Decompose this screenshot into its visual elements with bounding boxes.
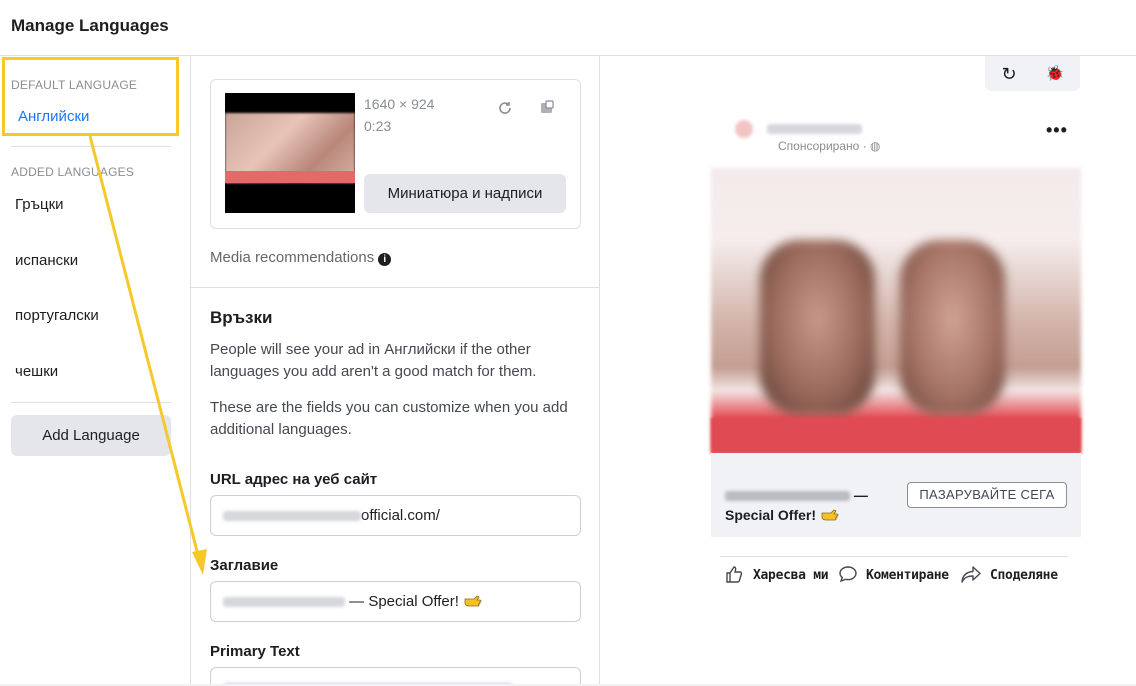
sidebar-item-portuguese[interactable]: португалски (15, 307, 99, 324)
links-description: People will see your ad in Английски if … (210, 341, 537, 380)
sidebar-divider (11, 402, 171, 403)
video-thumbnail[interactable] (225, 93, 355, 213)
headline-field[interactable]: — Special Offer! (210, 581, 581, 622)
media-recommendations-label: Media recommendations (210, 249, 375, 266)
links-fields-note: These are the fields you can customize w… (210, 399, 568, 438)
media-duration: 0:23 (364, 118, 392, 134)
sponsored-label: Спонсорирано · ◍ (778, 139, 881, 153)
ad-headline-offer: Special Offer! (725, 507, 817, 523)
section-divider (191, 287, 599, 288)
bug-icon[interactable]: 🐞 (1043, 62, 1067, 86)
headline-label: Заглавие (210, 557, 279, 574)
edit-media-icon[interactable] (538, 100, 556, 118)
pointing-hand-icon (821, 509, 839, 521)
added-languages-label: ADDED LANGUAGES (11, 165, 135, 179)
preview-divider (720, 556, 1068, 557)
info-icon[interactable]: i (378, 253, 392, 266)
pointing-hand-icon (464, 595, 482, 607)
highlight-annotation-box (2, 57, 179, 136)
media-recommendations[interactable]: Media recommendations i (210, 249, 392, 266)
like-icon[interactable] (724, 564, 744, 589)
ad-media-subject (900, 240, 1005, 415)
more-options-icon[interactable]: ••• (1046, 120, 1068, 141)
ad-media-subject (760, 240, 875, 415)
ad-headline-dash: — (853, 487, 868, 503)
page-name-redacted (735, 120, 865, 138)
like-button[interactable]: Харесва ми (753, 568, 829, 583)
shop-now-button[interactable]: ПАЗАРУВАЙТЕ СЕГА (907, 482, 1067, 508)
thumbnail-captions-button[interactable]: Миниатюра и надписи (364, 174, 566, 213)
url-label: URL адрес на уеб сайт (210, 471, 378, 488)
comment-button[interactable]: Коментиране (866, 568, 949, 583)
ad-headline: — Special Offer! (725, 485, 895, 525)
sidebar-item-greek[interactable]: Гръцки (15, 196, 64, 213)
refresh-icon[interactable]: ↻ (997, 62, 1021, 86)
header: Manage Languages (0, 0, 1136, 56)
page-title: Manage Languages (11, 16, 169, 35)
headline-redacted (223, 597, 345, 608)
links-section-title: Връзки (210, 308, 273, 327)
share-button[interactable]: Споделяне (990, 568, 1058, 583)
headline-value: — Special Offer! (349, 593, 459, 610)
url-suffix: official.com/ (361, 507, 440, 524)
replace-media-icon[interactable] (496, 100, 514, 118)
url-field[interactable]: official.com/ (210, 495, 581, 536)
ad-headline-redacted (725, 491, 850, 502)
add-language-button[interactable]: Add Language (11, 415, 171, 456)
sidebar-item-spanish[interactable]: испански (15, 252, 78, 269)
url-prefix-redacted (223, 511, 361, 522)
media-dimensions: 1640 × 924 (364, 96, 435, 112)
sidebar-item-czech[interactable]: чешки (15, 363, 58, 380)
comment-icon[interactable] (838, 564, 858, 589)
share-icon[interactable] (960, 564, 982, 589)
sidebar-divider (11, 146, 171, 147)
ad-media-banner (711, 418, 1081, 454)
preview-toolbar: ↻ 🐞 (985, 56, 1080, 91)
primary-text-label: Primary Text (210, 643, 300, 660)
